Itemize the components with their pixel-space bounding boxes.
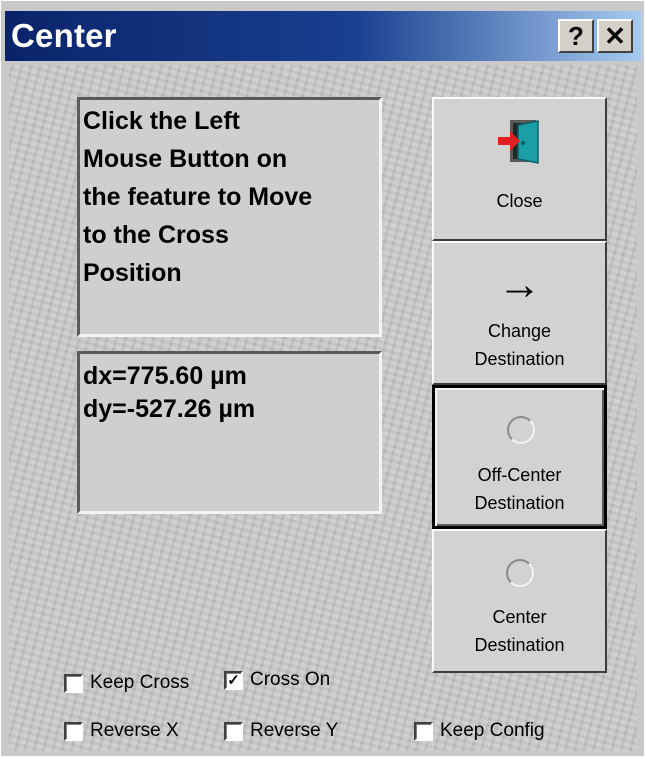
reverse-x-label: Reverse X	[90, 720, 179, 741]
center-destination-button[interactable]: Center Destination	[432, 529, 607, 673]
off-center-line1: Off-Center	[477, 465, 562, 485]
checkbox-box[interactable]: ✓	[224, 670, 243, 690]
checkmark-icon: ✓	[227, 671, 240, 689]
checkbox-box[interactable]	[414, 721, 433, 741]
reverse-y-checkbox[interactable]: Reverse Y	[224, 720, 338, 742]
keep-cross-label: Keep Cross	[90, 672, 190, 693]
dx-readout: dx=775.60 µm	[83, 362, 247, 390]
instruction-line: to the Cross	[83, 221, 229, 249]
checkbox-box[interactable]	[64, 673, 83, 693]
offset-readout: dx=775.60 µm dy=-527.26 µm	[80, 354, 379, 426]
close-button[interactable]: Close	[432, 97, 607, 241]
dy-readout: dy=-527.26 µm	[83, 395, 256, 423]
keep-config-checkbox[interactable]: Keep Config	[414, 720, 545, 742]
instruction-line: Click the Left	[83, 107, 240, 135]
instruction-line: Mouse Button on	[83, 145, 288, 173]
instruction-line: the feature to Move	[83, 183, 313, 211]
close-button-label: Close	[496, 191, 543, 211]
close-window-button[interactable]: ✕	[597, 19, 633, 53]
radio-indicator-icon	[507, 416, 535, 444]
checkbox-box[interactable]	[64, 721, 83, 741]
change-destination-line1: Change	[487, 321, 552, 341]
reverse-x-checkbox[interactable]: Reverse X	[64, 720, 179, 742]
window-title: Center	[11, 17, 117, 54]
keep-cross-checkbox[interactable]: Keep Cross	[64, 672, 189, 694]
radio-indicator-icon	[506, 559, 534, 587]
reverse-y-label: Reverse Y	[250, 720, 339, 741]
cross-on-checkbox[interactable]: ✓ Cross On	[224, 669, 330, 691]
off-center-destination-button[interactable]: Off-Center Destination	[432, 385, 607, 529]
keep-config-label: Keep Config	[440, 720, 545, 741]
center-line1: Center	[492, 607, 547, 627]
instruction-text: Click the Left Mouse Button on the featu…	[80, 100, 379, 292]
change-destination-button[interactable]: → Change Destination	[432, 241, 607, 385]
center-line2: Destination	[474, 635, 565, 655]
exit-door-icon	[498, 120, 539, 164]
instruction-line: Position	[83, 259, 182, 287]
offset-readout-panel: dx=775.60 µm dy=-527.26 µm	[77, 351, 382, 514]
help-button[interactable]: ?	[558, 19, 594, 53]
checkbox-box[interactable]	[224, 721, 243, 741]
title-bar[interactable]: Center ? ✕	[5, 11, 641, 61]
instruction-panel: Click the Left Mouse Button on the featu…	[77, 97, 382, 337]
off-center-line2: Destination	[474, 493, 565, 513]
cross-on-label: Cross On	[250, 669, 331, 690]
change-destination-line2: Destination	[474, 349, 565, 369]
dialog-body: Click the Left Mouse Button on the featu…	[9, 65, 637, 751]
right-arrow-icon: →	[497, 260, 542, 309]
center-dialog: Center ? ✕ Click the Left Mouse Button o…	[0, 0, 645, 757]
